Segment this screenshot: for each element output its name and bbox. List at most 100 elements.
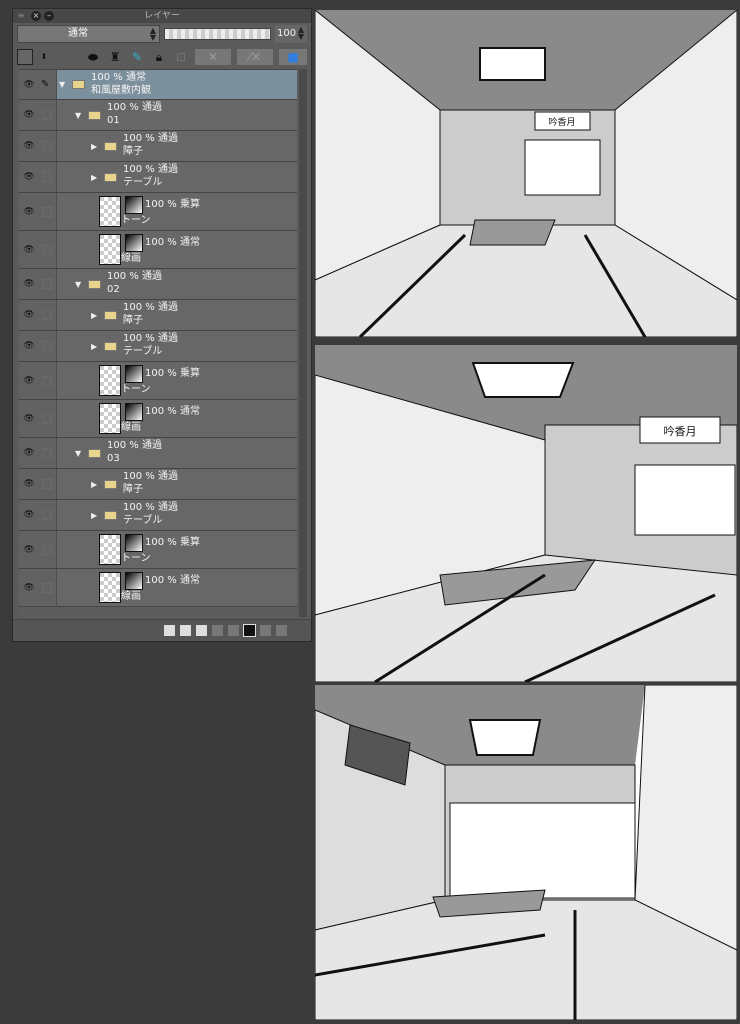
collapse-triangle-icon[interactable]: ▶ [91,311,97,320]
mask-thumbnail [125,365,143,383]
eye-icon[interactable]: 👁︎ [19,400,39,437]
eye-icon[interactable]: 👁︎ [19,193,39,230]
layer-thumbnail [99,365,121,396]
updown-icon[interactable]: ⬍ [39,49,49,65]
eye-icon[interactable]: 👁︎ [19,100,39,130]
layer-folder-row[interactable]: 👁︎ ✎ ▼ 100 % 通常 和風屋敷内観 [19,70,297,100]
mask-thumbnail [125,534,143,552]
new-folder-icon[interactable] [195,624,208,637]
collapse-triangle-icon[interactable]: ▶ [91,173,97,182]
lock-checkbox[interactable] [43,110,52,120]
layer-name: 線画 [121,253,141,264]
eye-icon[interactable]: 👁︎ [19,300,39,330]
lock-icon[interactable]: 🔒︎ [151,49,167,65]
eye-icon[interactable]: 👁︎ [19,162,39,192]
lock-checkbox[interactable] [43,279,52,289]
layer-mode: 100 % 通過 [123,502,178,513]
lock-checkbox[interactable] [43,206,52,217]
expand-triangle-icon[interactable]: ▼ [75,280,81,289]
expand-triangle-icon[interactable]: ▼ [75,111,81,120]
eye-icon[interactable]: 👁︎ [19,331,39,361]
eye-icon[interactable]: 👁︎ [19,438,39,468]
eye-icon[interactable]: 👁︎ [19,362,39,399]
lock-checkbox[interactable] [43,341,52,351]
close-icon[interactable]: × [31,11,41,21]
merge-down-icon[interactable] [227,624,240,637]
mask-icon[interactable]: ⁄✕ [237,49,273,65]
layer-folder-row[interactable]: 👁︎ ▶ 100 % 通過 障子 [19,469,297,500]
layer-color-icon[interactable]: ■ [279,49,307,65]
layers-icon[interactable] [17,624,30,637]
layer-mode: 100 % 乗算 [145,368,200,379]
layer-row[interactable]: 👁︎ 100 % 乗算 トーン [19,193,297,231]
new-vector-layer-icon[interactable] [179,624,192,637]
collapse-triangle-icon[interactable]: ▶ [91,480,97,489]
collapse-triangle-icon[interactable]: ▶ [91,142,97,151]
opacity-slider[interactable] [164,28,271,40]
layer-folder-row[interactable]: 👁︎ ▶ 100 % 通過 テーブル [19,331,297,362]
collapse-triangle-icon[interactable]: ▶ [91,511,97,520]
draft-layer-icon[interactable]: ♜ [107,49,123,65]
expand-triangle-icon[interactable]: ▼ [75,449,81,458]
clip-icon[interactable]: ✕ [195,49,231,65]
lock-transparency-icon[interactable]: ⊡ [173,49,189,65]
collapse-triangle-icon[interactable]: ▶ [91,342,97,351]
new-raster-layer-icon[interactable] [163,624,176,637]
layer-folder-row[interactable]: 👁︎ ▼ 100 % 通過 02 [19,269,297,300]
layer-folder-row[interactable]: 👁︎ ▶ 100 % 通過 障子 [19,131,297,162]
layer-folder-row[interactable]: 👁︎ ▶ 100 % 通過 障子 [19,300,297,331]
pen-icon[interactable]: ✎ [129,49,145,65]
expand-triangle-icon[interactable]: ▼ [59,80,65,89]
layer-mode: 100 % 通過 [107,440,162,451]
lock-checkbox[interactable] [43,413,52,424]
layer-folder-row[interactable]: 👁︎ ▶ 100 % 通過 テーブル [19,162,297,193]
eye-icon[interactable]: 👁︎ [19,231,39,268]
lock-checkbox[interactable] [43,479,52,489]
layer-thumbnail [99,572,121,603]
layer-folder-row[interactable]: 👁︎ ▼ 100 % 通過 03 [19,438,297,469]
eye-icon[interactable]: 👁︎ [19,469,39,499]
layer-mode: 100 % 通過 [123,333,178,344]
eye-icon[interactable]: 👁︎ [19,531,39,568]
menu-icon[interactable]: ≡ [16,11,26,21]
layer-row[interactable]: 👁︎ 100 % 通常 線画 [19,569,297,607]
layer-row[interactable]: 👁︎ 100 % 乗算 トーン [19,531,297,569]
minimize-icon[interactable]: – [44,11,54,21]
layer-folder-row[interactable]: 👁︎ ▶ 100 % 通過 テーブル [19,500,297,531]
trash-icon[interactable] [275,624,288,637]
lock-checkbox[interactable] [43,172,52,182]
eye-icon[interactable]: 👁︎ [19,569,39,606]
layer-name: テーブル [123,177,163,188]
layer-folder-row[interactable]: 👁︎ ▼ 100 % 通過 01 [19,100,297,131]
transfer-down-icon[interactable] [211,624,224,637]
lock-checkbox[interactable] [43,310,52,320]
eye-icon[interactable]: 👁︎ [19,500,39,530]
lock-checkbox[interactable] [43,510,52,520]
layer-row[interactable]: 👁︎ 100 % 通常 線画 [19,231,297,269]
folder-icon [104,510,117,520]
manga-panel-1: 吟香月 [315,10,737,337]
lock-checkbox[interactable] [43,375,52,386]
scrollbar[interactable] [299,69,307,617]
layer-row[interactable]: 👁︎ 100 % 通常 線画 [19,400,297,438]
color-swatch-icon[interactable] [17,49,33,65]
lock-checkbox[interactable] [43,141,52,151]
layer-row[interactable]: 👁︎ 100 % 乗算 トーン [19,362,297,400]
folder-icon [104,172,117,182]
lock-checkbox[interactable] [43,544,52,555]
blend-mode-select[interactable]: 通常 ▲ ▼ [17,25,160,43]
opacity-field[interactable]: 100 ▲ ▼ [275,25,307,43]
layer-name: テーブル [123,346,163,357]
mask-create-icon[interactable] [243,624,256,637]
eye-icon[interactable]: 👁︎ [19,269,39,299]
lock-checkbox[interactable] [43,244,52,255]
lock-checkbox[interactable] [43,582,52,593]
apply-mask-icon[interactable] [259,624,272,637]
panel-titlebar: ≡ × – レイヤー [13,9,311,23]
eye-icon[interactable]: 👁︎ [19,131,39,161]
room-illustration-3 [315,685,737,1020]
lock-checkbox[interactable] [43,448,52,458]
reference-layer-icon[interactable]: ⬬ [85,49,101,65]
pen-icon: ✎ [41,79,50,90]
eye-icon[interactable]: 👁︎ [19,70,39,99]
